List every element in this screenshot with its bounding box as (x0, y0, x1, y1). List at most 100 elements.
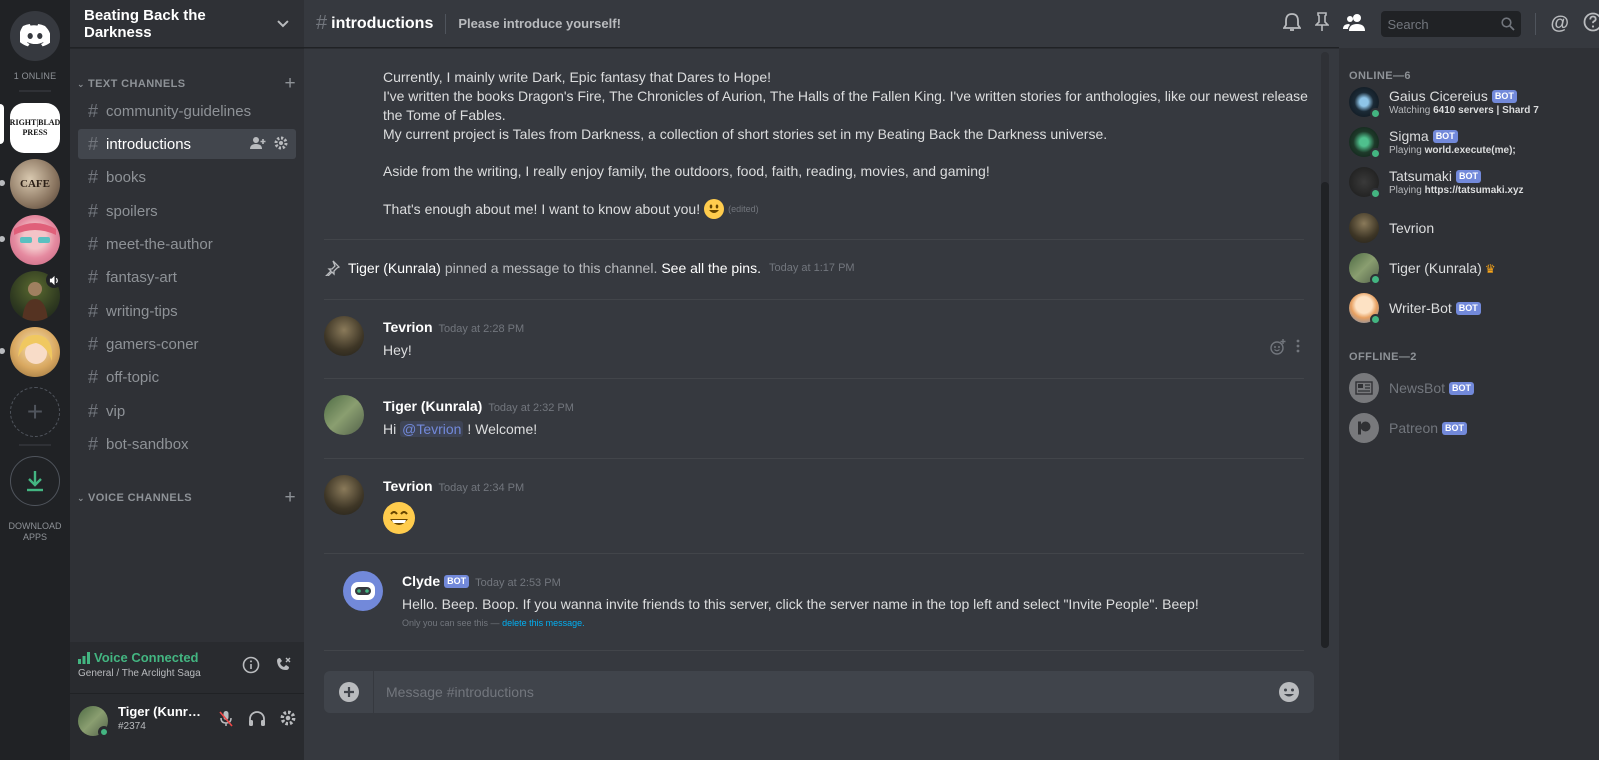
member-list: ONLINE—6 Gaius Cicereius BOT Watching 641… (1339, 48, 1599, 760)
member-sigma[interactable]: Sigma BOT Playing world.execute(me); (1349, 122, 1589, 162)
channel-off-topic[interactable]: # off-topic (78, 362, 296, 392)
rail-divider (19, 90, 51, 92)
channel-bot-sandbox[interactable]: # bot-sandbox (78, 429, 296, 459)
activity-prefix: Playing (1389, 185, 1422, 196)
member-patreon[interactable]: Patreon BOT (1349, 408, 1589, 448)
server-blonde[interactable] (10, 327, 60, 377)
discord-home-button[interactable] (10, 11, 60, 61)
message-timestamp: Today at 2:53 PM (475, 577, 561, 589)
category-text-channels[interactable]: ⌄ TEXT CHANNELS + (74, 74, 297, 93)
channel-books[interactable]: # books (78, 162, 296, 192)
tevrion-avatar[interactable] (324, 475, 364, 515)
bot-badge: BOT (1442, 422, 1468, 435)
online-status-dot (1370, 188, 1381, 199)
channel-community-guidelines[interactable]: # community-guidelines (78, 96, 296, 126)
hash-icon: # (316, 12, 328, 34)
channel-fantasy-art[interactable]: # fantasy-art (78, 262, 296, 292)
server-cafe[interactable]: CAFE (10, 159, 60, 209)
more-options-icon[interactable] (1296, 339, 1300, 360)
server-avatar-icon (14, 223, 56, 243)
notification-bell-icon[interactable] (1282, 12, 1303, 37)
user-settings-gear-icon[interactable] (280, 710, 296, 733)
download-label-line: APPS (22, 532, 47, 542)
emoji-picker-icon[interactable] (1278, 681, 1300, 703)
search-icon (1501, 17, 1516, 31)
channel-label: introductions (106, 135, 192, 153)
create-channel-icon[interactable]: + (285, 74, 297, 93)
online-status-dot (1370, 108, 1381, 119)
discord-logo-icon (20, 24, 50, 47)
channel-meet-the-author[interactable]: # meet-the-author (78, 229, 296, 259)
category-voice-channels[interactable]: ⌄ VOICE CHANNELS + (74, 488, 297, 507)
channel-writing-tips[interactable]: # writing-tips (78, 296, 296, 326)
scrollbar-thumb[interactable] (1321, 182, 1329, 648)
speaker-icon (46, 272, 62, 288)
unread-dot (0, 236, 5, 242)
message-author[interactable]: Tiger (Kunrala) (383, 398, 482, 414)
headphones-icon[interactable] (248, 710, 266, 733)
message-list[interactable]: Currently, I mainly write Dark, Epic fan… (304, 48, 1339, 652)
tevrion-avatar[interactable] (324, 316, 364, 356)
clyde-avatar[interactable] (343, 571, 383, 611)
channel-gamers-coner[interactable]: # gamers-coner (78, 329, 296, 359)
message-author[interactable]: Tevrion (383, 319, 433, 335)
guild-header[interactable]: Beating Back the Darkness (70, 0, 304, 48)
server-owner-crown-icon: ♛ (1484, 262, 1496, 276)
upload-button[interactable] (324, 671, 374, 713)
channel-topic[interactable]: Please introduce yourself! (458, 16, 621, 31)
hash-icon: # (87, 266, 98, 287)
mute-microphone-icon[interactable] (218, 710, 234, 733)
tiger-avatar[interactable] (324, 395, 364, 435)
message-divider (324, 299, 1304, 300)
add-server-button[interactable]: + (10, 387, 60, 437)
member-tatsumaki[interactable]: Tatsumaki BOT Playing https://tatsumaki.x… (1349, 162, 1589, 202)
header-toolbar: Search @ (1282, 0, 1599, 48)
selected-server-pill (0, 104, 4, 144)
member-avatar (1349, 293, 1381, 325)
pin-icon (325, 260, 340, 276)
locked-hash-icon: # (87, 433, 98, 454)
member-tevrion[interactable]: Tevrion (1349, 208, 1589, 248)
channel-label: spoilers (106, 202, 158, 220)
channel-label: books (106, 168, 147, 186)
member-newsbot[interactable]: NewsBot BOT (1349, 368, 1589, 408)
chat-scrollbar[interactable] (1321, 52, 1329, 648)
server-anime[interactable] (10, 215, 60, 265)
message-author[interactable]: Clyde (402, 573, 440, 589)
channel-vip[interactable]: # vip (78, 396, 296, 426)
server-brightblade-press[interactable]: RIGHT|BLAD PRESS (10, 103, 60, 153)
member-avatar (1349, 253, 1381, 285)
mentions-icon[interactable]: @ (1550, 13, 1569, 35)
download-apps-button[interactable] (10, 456, 60, 506)
member-tiger-kunrala[interactable]: Tiger (Kunrala) ♛ (1349, 248, 1589, 288)
message-author[interactable]: Tevrion (383, 478, 433, 494)
info-icon[interactable] (242, 656, 260, 679)
category-label: TEXT CHANNELS (88, 78, 186, 90)
bot-message: Clyde BOT Today at 2:53 PM Hello. Beep. Bo… (402, 573, 1339, 628)
gear-icon[interactable] (274, 136, 288, 153)
invite-icon[interactable] (250, 136, 266, 153)
member-list-icon[interactable] (1343, 13, 1367, 36)
add-reaction-icon[interactable] (1270, 339, 1286, 360)
search-box[interactable]: Search (1381, 11, 1522, 37)
pin-user[interactable]: Tiger (Kunrala) (348, 260, 441, 276)
member-avatar (1349, 167, 1381, 199)
see-all-pins-link[interactable]: See all the pins. (661, 260, 761, 276)
help-icon[interactable] (1583, 12, 1599, 37)
message-text: Hello. Beep. Boop. If you wanna invite f… (402, 596, 1199, 612)
user-mention[interactable]: @Tevrion (400, 421, 464, 437)
server-initials: RIGHT|BLAD PRESS (10, 118, 60, 137)
member-writer-bot[interactable]: Writer-Bot BOT (1349, 288, 1589, 328)
disconnect-icon[interactable] (274, 656, 292, 679)
message: Tevrion Today at 2:28 PM Hey! (383, 319, 1339, 360)
channel-spoilers[interactable]: # spoilers (78, 196, 296, 226)
member-gaius-cicereius[interactable]: Gaius Cicereius BOT Watching 6410 servers… (1349, 82, 1589, 122)
channel-introductions[interactable]: # introductions (78, 129, 296, 159)
user-avatar[interactable] (78, 706, 110, 738)
message-input[interactable] (374, 684, 1278, 700)
create-channel-icon[interactable]: + (285, 488, 297, 507)
delete-message-link[interactable]: delete this message. (502, 618, 585, 628)
message-actions (1270, 339, 1300, 360)
pinned-messages-icon[interactable] (1314, 11, 1331, 37)
user-name: Tiger (Kunra... (118, 704, 204, 719)
